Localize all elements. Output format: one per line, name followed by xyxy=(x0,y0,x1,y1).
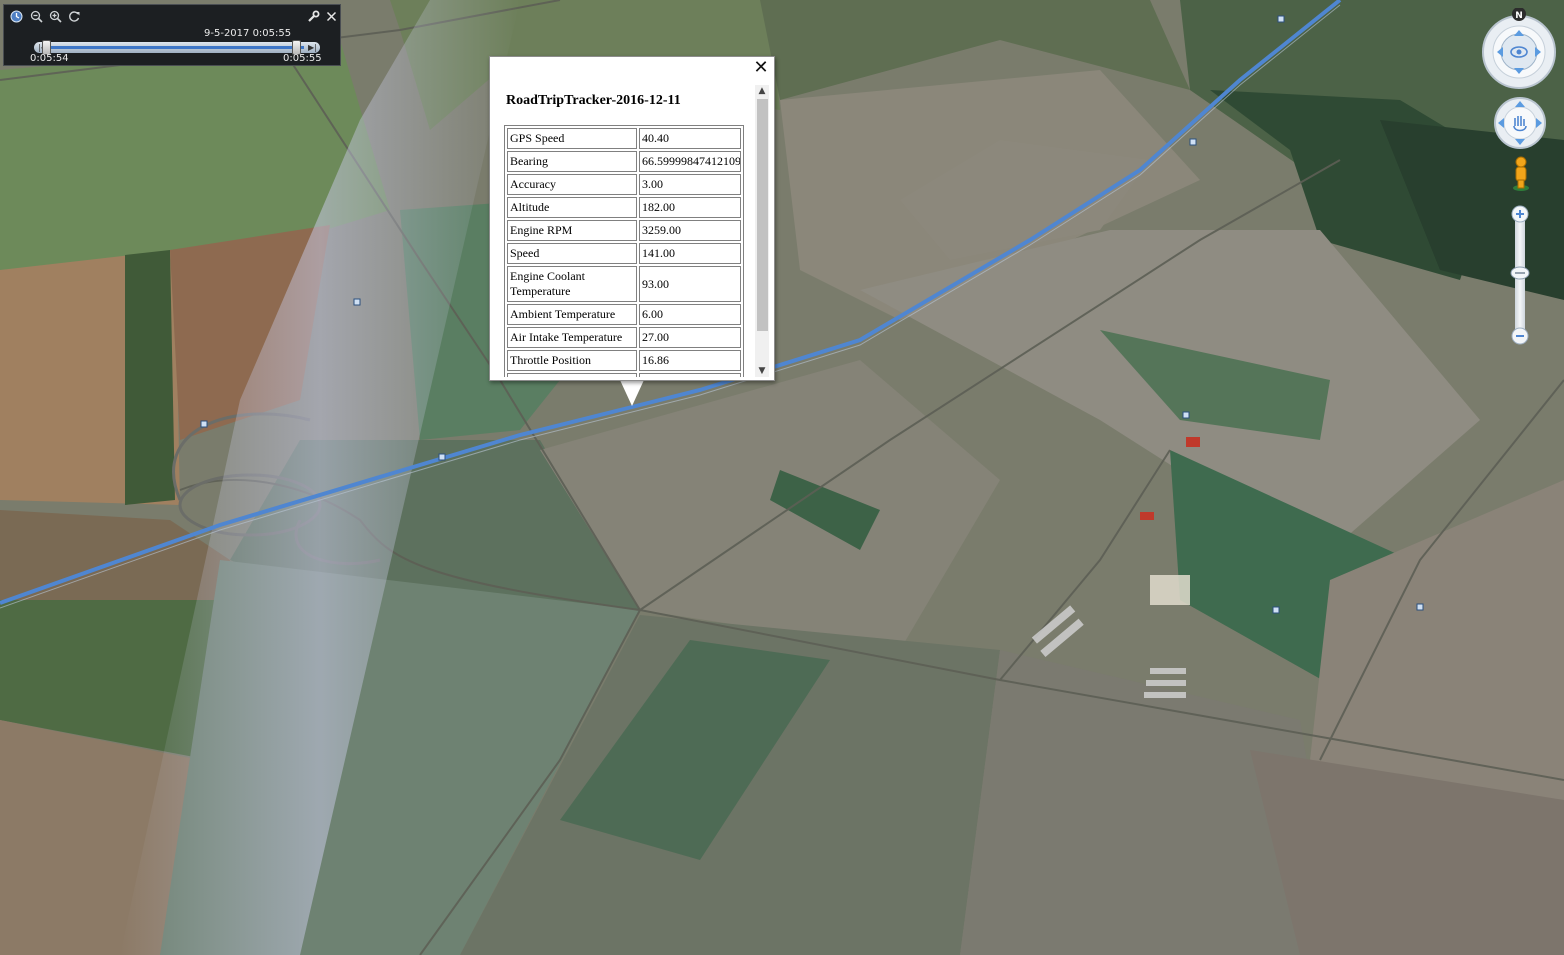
time-slider-panel: 9-5-2017 0:05:55 |◀ ▶| 0:05:54 0:05:55 xyxy=(3,4,341,66)
row-value: 182.00 xyxy=(639,197,741,218)
table-row: Time2016-12-11 xyxy=(507,373,741,377)
row-value: 66.59999847412109 xyxy=(639,151,741,172)
balloon-title: RoadTripTracker-2016-12-11 xyxy=(506,93,681,108)
table-row: Bearing 66.59999847412109 xyxy=(507,151,741,172)
balloon-close-button[interactable]: ✕ xyxy=(752,59,770,77)
row-value: 6.00 xyxy=(639,304,741,325)
row-value: 3259.00 xyxy=(639,220,741,241)
aerial-map[interactable] xyxy=(0,0,1564,955)
field xyxy=(125,250,175,505)
table-row: Speed 141.00 xyxy=(507,243,741,264)
row-value: 141.00 xyxy=(639,243,741,264)
row-key: Accuracy xyxy=(507,174,637,195)
step-forward-icon[interactable]: ▶| xyxy=(308,43,317,52)
row-key: GPS Speed xyxy=(507,128,637,149)
close-icon[interactable] xyxy=(324,9,338,23)
info-balloon: ✕ RoadTripTracker-2016-12-11 GPS Speed 40… xyxy=(489,56,775,381)
table-row: GPS Speed 40.40 xyxy=(507,128,741,149)
row-key: Engine RPM xyxy=(507,220,637,241)
placemark-icon xyxy=(1277,15,1285,23)
north-label: N xyxy=(1515,11,1523,21)
scroll-up-icon[interactable]: ▲ xyxy=(755,85,769,97)
time-slider-fill xyxy=(46,46,304,49)
placemark-icon xyxy=(353,298,361,306)
placemark-icon xyxy=(200,420,208,428)
zoom-in-icon[interactable] xyxy=(48,9,62,23)
clock-icon[interactable] xyxy=(9,9,23,23)
time-slider-track[interactable]: |◀ ▶| xyxy=(34,40,320,55)
row-value: 27.00 xyxy=(639,327,741,348)
zoom-minus-icon[interactable] xyxy=(1510,326,1530,346)
table-row: Accuracy 3.00 xyxy=(507,174,741,195)
table-row: Altitude 182.00 xyxy=(507,197,741,218)
start-time-label: 0:05:54 xyxy=(30,53,69,64)
wrench-icon[interactable] xyxy=(306,9,320,23)
pegman-icon[interactable] xyxy=(1510,156,1532,192)
row-key: Bearing xyxy=(507,151,637,172)
row-key: Speed xyxy=(507,243,637,264)
balloon-content: RoadTripTracker-2016-12-11 GPS Speed 40.4… xyxy=(504,93,744,377)
row-key: Air Intake Temperature xyxy=(507,327,637,348)
balloon-pointer xyxy=(620,380,644,406)
balloon-scrollbar[interactable]: ▲ ▼ xyxy=(755,85,769,377)
table-row: Engine Coolant Temperature 93.00 xyxy=(507,266,741,302)
current-time-label: 9-5-2017 0:05:55 xyxy=(204,28,292,39)
zoom-plus-icon[interactable] xyxy=(1510,204,1530,224)
move-control[interactable] xyxy=(1493,96,1547,150)
placemark-icon xyxy=(1272,606,1280,614)
zoom-handle[interactable] xyxy=(1509,265,1531,281)
placemark-icon xyxy=(438,453,446,461)
table-row: Engine RPM 3259.00 xyxy=(507,220,741,241)
refresh-icon[interactable] xyxy=(67,9,81,23)
row-value: 3.00 xyxy=(639,174,741,195)
row-value: 93.00 xyxy=(639,266,741,302)
scroll-thumb[interactable] xyxy=(757,99,768,331)
row-value: 2016-12-11 xyxy=(639,373,741,377)
row-value: 40.40 xyxy=(639,128,741,149)
row-key: Altitude xyxy=(507,197,637,218)
row-key: Engine Coolant Temperature xyxy=(507,266,637,302)
placemark-icon xyxy=(1416,603,1424,611)
row-key: Throttle Position xyxy=(507,350,637,371)
table-row: Ambient Temperature 6.00 xyxy=(507,304,741,325)
row-key: Ambient Temperature xyxy=(507,304,637,325)
scroll-down-icon[interactable]: ▼ xyxy=(755,365,769,377)
table-row: Throttle Position 16.86 xyxy=(507,350,741,371)
table-row: Air Intake Temperature 27.00 xyxy=(507,327,741,348)
row-value: 16.86 xyxy=(639,350,741,371)
zoom-out-icon[interactable] xyxy=(29,9,43,23)
data-table: GPS Speed 40.40 Bearing 66.59999847412109 Ac… xyxy=(504,125,744,377)
placemark-icon xyxy=(1189,138,1197,146)
placemark-icon xyxy=(1182,411,1190,419)
row-key: Time xyxy=(507,373,637,377)
end-time-label: 0:05:55 xyxy=(283,53,322,64)
look-control[interactable]: N xyxy=(1480,8,1558,90)
